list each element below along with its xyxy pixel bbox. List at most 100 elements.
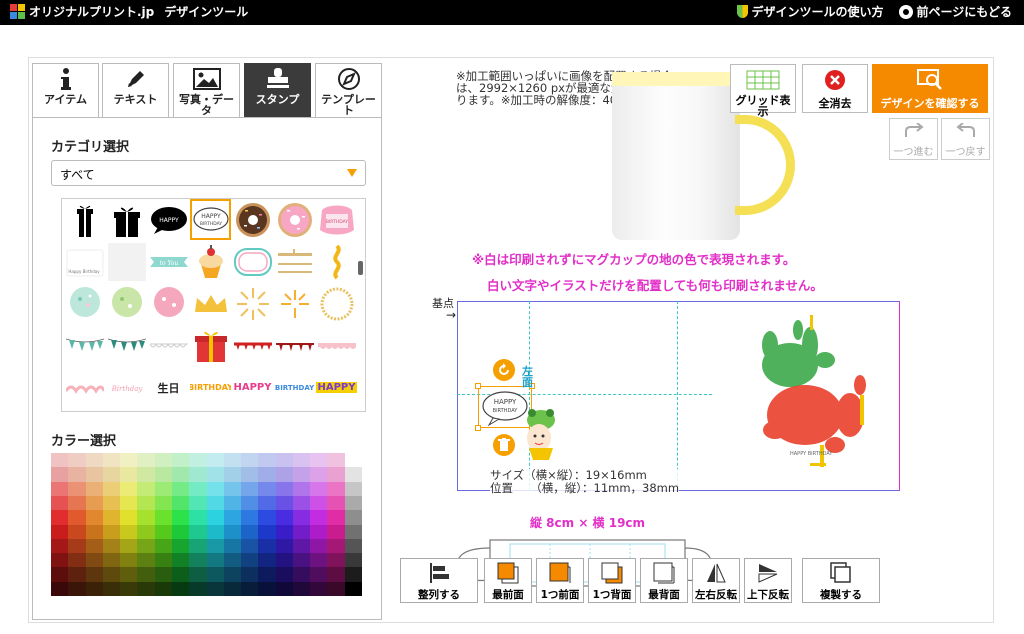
color-swatch[interactable]	[310, 510, 328, 525]
color-swatch[interactable]	[154, 495, 172, 511]
color-swatch[interactable]	[344, 481, 362, 496]
color-swatch[interactable]	[206, 524, 224, 539]
color-swatch[interactable]	[206, 453, 224, 468]
color-swatch[interactable]	[51, 553, 69, 568]
color-swatch[interactable]	[137, 495, 155, 511]
color-swatch[interactable]	[68, 453, 86, 468]
color-palette[interactable]	[51, 453, 362, 596]
grid-toggle-button[interactable]: グリッド表示	[730, 64, 796, 117]
color-swatch[interactable]	[292, 453, 311, 468]
color-swatch[interactable]	[189, 481, 207, 496]
stamp-garland-crimson[interactable]	[274, 325, 315, 366]
color-swatch[interactable]	[137, 567, 155, 582]
color-swatch[interactable]	[327, 538, 345, 554]
color-swatch[interactable]	[154, 453, 172, 468]
color-swatch[interactable]	[154, 467, 172, 482]
howto-link[interactable]: デザインツールの使い方	[737, 3, 883, 20]
color-swatch[interactable]	[223, 581, 242, 596]
color-swatch[interactable]	[223, 538, 242, 554]
color-swatch[interactable]	[85, 567, 103, 582]
color-swatch[interactable]	[189, 495, 207, 511]
color-swatch[interactable]	[68, 524, 86, 539]
color-swatch[interactable]	[120, 481, 138, 496]
color-swatch[interactable]	[171, 495, 190, 511]
color-swatch[interactable]	[102, 467, 121, 482]
color-swatch[interactable]	[344, 495, 362, 511]
color-swatch[interactable]	[327, 567, 345, 582]
color-swatch[interactable]	[258, 467, 276, 482]
color-swatch[interactable]	[154, 553, 172, 568]
color-swatch[interactable]	[206, 510, 224, 525]
color-swatch[interactable]	[154, 510, 172, 525]
color-swatch[interactable]	[206, 467, 224, 482]
stamp-ribbon-to-you[interactable]: to You	[148, 241, 189, 282]
logo[interactable]: オリジナルプリント.jp デザインツール	[10, 3, 248, 20]
color-swatch[interactable]	[275, 453, 293, 468]
color-swatch[interactable]	[171, 481, 190, 496]
color-swatch[interactable]	[137, 581, 155, 596]
color-swatch[interactable]	[223, 567, 242, 582]
stamp-burst-orange[interactable]	[274, 283, 315, 324]
tab-template[interactable]: テンプレート	[315, 63, 382, 118]
color-swatch[interactable]	[275, 524, 293, 539]
color-swatch[interactable]	[258, 510, 276, 525]
selected-stamp-box[interactable]: HAPPY BIRTHDAY	[478, 386, 532, 428]
color-swatch[interactable]	[292, 567, 311, 582]
color-swatch[interactable]	[137, 467, 155, 482]
color-swatch[interactable]	[137, 524, 155, 539]
stamp-balloon-pink[interactable]	[148, 283, 189, 324]
color-swatch[interactable]	[292, 524, 311, 539]
tab-photo[interactable]: 写真・データ	[173, 63, 240, 118]
stamp-card-white[interactable]: Happy Birthday	[64, 241, 105, 282]
color-swatch[interactable]	[154, 538, 172, 554]
color-swatch[interactable]	[171, 524, 190, 539]
color-swatch[interactable]	[310, 538, 328, 554]
stamp-garland-red[interactable]	[232, 325, 273, 366]
color-swatch[interactable]	[292, 467, 311, 482]
color-swatch[interactable]	[344, 524, 362, 539]
color-swatch[interactable]	[51, 581, 69, 596]
stamp-happy-purple[interactable]: HAPPY	[316, 367, 357, 408]
back-link[interactable]: 前ページにもどる	[899, 3, 1012, 20]
color-swatch[interactable]	[154, 567, 172, 582]
color-swatch[interactable]	[258, 581, 276, 596]
color-swatch[interactable]	[51, 538, 69, 554]
color-swatch[interactable]	[344, 567, 362, 582]
stamp-present-red[interactable]	[190, 325, 231, 366]
color-swatch[interactable]	[85, 453, 103, 468]
stamp-happy-birthday-outline[interactable]: HAPPY BIRTHDAY	[190, 199, 231, 240]
color-swatch[interactable]	[102, 510, 121, 525]
color-swatch[interactable]	[223, 553, 242, 568]
send-to-back-button[interactable]: 最背面	[640, 558, 688, 603]
color-swatch[interactable]	[275, 538, 293, 554]
stamp-bunting-teal[interactable]	[64, 325, 105, 366]
color-swatch[interactable]	[327, 495, 345, 511]
color-swatch[interactable]	[310, 467, 328, 482]
stamp-gift-box[interactable]	[106, 199, 147, 240]
stamp-streamer[interactable]	[316, 241, 357, 282]
color-swatch[interactable]	[189, 581, 207, 596]
color-swatch[interactable]	[120, 495, 138, 511]
stamp-balloon-green[interactable]	[106, 283, 147, 324]
color-swatch[interactable]	[171, 538, 190, 554]
color-swatch[interactable]	[292, 538, 311, 554]
tab-stamp[interactable]: スタンプ	[244, 63, 311, 118]
color-swatch[interactable]	[310, 567, 328, 582]
color-swatch[interactable]	[51, 467, 69, 482]
stamp-gift-black[interactable]	[64, 199, 105, 240]
color-swatch[interactable]	[85, 524, 103, 539]
stamp-balloon-mint[interactable]	[64, 283, 105, 324]
color-swatch[interactable]	[120, 467, 138, 482]
color-swatch[interactable]	[68, 510, 86, 525]
confirm-design-button[interactable]: デザインを確認する	[872, 64, 988, 113]
color-swatch[interactable]	[344, 510, 362, 525]
color-swatch[interactable]	[241, 481, 259, 496]
category-select[interactable]: すべて	[51, 160, 366, 186]
color-swatch[interactable]	[102, 495, 121, 511]
color-swatch[interactable]	[102, 481, 121, 496]
flip-vertical-button[interactable]: 上下反転	[744, 558, 792, 603]
color-swatch[interactable]	[275, 467, 293, 482]
color-swatch[interactable]	[327, 553, 345, 568]
color-swatch[interactable]	[189, 453, 207, 468]
color-swatch[interactable]	[275, 495, 293, 511]
